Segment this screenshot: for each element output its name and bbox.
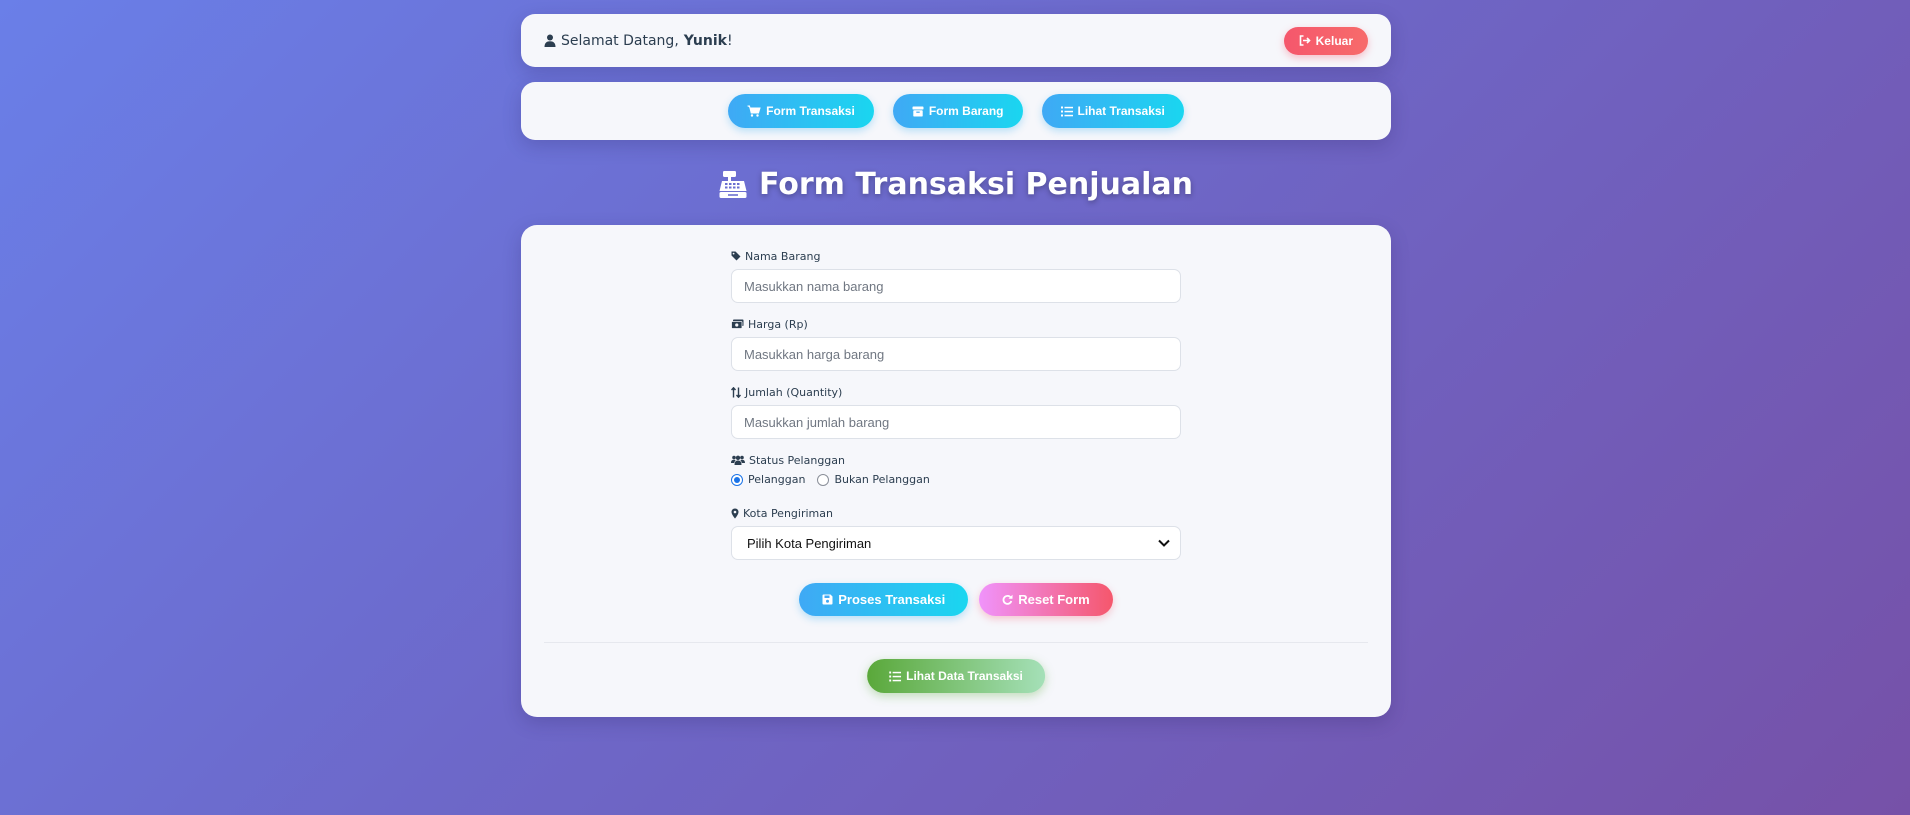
users-icon (731, 455, 745, 465)
map-marker-icon (731, 508, 739, 519)
box-icon (912, 106, 924, 117)
harga-label: Harga (Rp) (731, 317, 1181, 331)
shopping-cart-icon (747, 105, 761, 117)
proses-transaksi-label: Proses Transaksi (838, 592, 946, 607)
nama-barang-input[interactable] (731, 269, 1181, 303)
kota-selected-value: Pilih Kota Pengiriman (747, 535, 872, 551)
status-radio-group: Pelanggan Bukan Pelanggan (731, 473, 1181, 486)
logout-button[interactable]: Keluar (1283, 26, 1368, 55)
jumlah-input[interactable] (731, 405, 1181, 439)
user-icon (544, 34, 556, 47)
nav-lihat-transaksi-button[interactable]: Lihat Transaksi (1041, 94, 1184, 128)
harga-label-text: Harga (Rp) (748, 317, 808, 331)
welcome-message: Selamat Datang, Yunik! (544, 33, 733, 49)
reset-form-label: Reset Form (1018, 592, 1090, 607)
cash-register-icon (719, 169, 749, 199)
kota-pengiriman-field: Kota Pengiriman Pilih Kota Pengiriman (731, 506, 1181, 560)
kota-pengiriman-label: Kota Pengiriman (731, 506, 1181, 520)
radio-bukan-pelanggan-option[interactable]: Bukan Pelanggan (817, 473, 930, 486)
status-pelanggan-field: Status Pelanggan Pelanggan Bukan Pelangg… (731, 453, 1181, 486)
jumlah-label: Jumlah (Quantity) (731, 385, 1181, 399)
save-icon (822, 594, 833, 605)
welcome-suffix: ! (726, 32, 733, 49)
nav-lihat-transaksi-label: Lihat Transaksi (1077, 104, 1165, 118)
radio-pelanggan-label: Pelanggan (748, 473, 806, 486)
nav-form-transaksi-button[interactable]: Form Transaksi (728, 94, 874, 128)
nav-form-barang-button[interactable]: Form Barang (892, 94, 1023, 128)
status-pelanggan-label-text: Status Pelanggan (749, 453, 846, 467)
sort-arrows-icon (731, 386, 741, 398)
tag-icon (731, 251, 741, 261)
sign-out-icon (1299, 35, 1311, 46)
logout-label: Keluar (1315, 33, 1353, 48)
page-title-text: Form Transaksi Penjualan (758, 166, 1194, 202)
proses-transaksi-button[interactable]: Proses Transaksi (799, 583, 969, 616)
username: Yunik (683, 32, 727, 49)
list-icon (1060, 106, 1073, 117)
form-actions: Proses Transaksi Reset Form (731, 583, 1181, 616)
reset-form-button[interactable]: Reset Form (979, 583, 1113, 616)
page-title: Form Transaksi Penjualan (521, 165, 1391, 203)
radio-pelanggan-option[interactable]: Pelanggan (731, 473, 805, 486)
form-divider (544, 642, 1368, 643)
kota-pengiriman-label-text: Kota Pengiriman (743, 506, 833, 520)
transaction-form: Nama Barang Harga (Rp) Jum (731, 249, 1181, 616)
header-bar: Selamat Datang, Yunik! Keluar (521, 14, 1391, 67)
harga-field: Harga (Rp) (731, 317, 1181, 371)
radio-bukan-pelanggan-label: Bukan Pelanggan (834, 473, 930, 486)
nama-barang-label-text: Nama Barang (745, 249, 821, 263)
nav-form-transaksi-label: Form Transaksi (766, 104, 855, 118)
lihat-data-transaksi-label: Lihat Data Transaksi (906, 669, 1023, 683)
kota-pengiriman-select[interactable]: Pilih Kota Pengiriman (731, 526, 1181, 560)
jumlah-field: Jumlah (Quantity) (731, 385, 1181, 439)
status-pelanggan-label: Status Pelanggan (731, 453, 1181, 467)
list-icon (889, 671, 902, 682)
jumlah-label-text: Jumlah (Quantity) (745, 385, 843, 399)
nama-barang-label: Nama Barang (731, 249, 1181, 263)
harga-input[interactable] (731, 337, 1181, 371)
chevron-down-icon (1158, 539, 1170, 547)
radio-bukan-pelanggan[interactable] (817, 473, 830, 486)
money-bill-icon (731, 319, 744, 329)
nav-form-barang-label: Form Barang (928, 104, 1004, 118)
lihat-data-transaksi-button[interactable]: Lihat Data Transaksi (867, 659, 1045, 693)
page-container: Selamat Datang, Yunik! Keluar Form Trans… (521, 14, 1391, 717)
welcome-prefix: Selamat Datang, (561, 32, 679, 49)
radio-pelanggan[interactable] (731, 473, 743, 486)
transaction-form-card: Nama Barang Harga (Rp) Jum (521, 225, 1391, 717)
nama-barang-field: Nama Barang (731, 249, 1181, 303)
nav-bar: Form Transaksi Form Barang Lihat Transak… (521, 82, 1391, 140)
redo-icon (1002, 594, 1013, 605)
